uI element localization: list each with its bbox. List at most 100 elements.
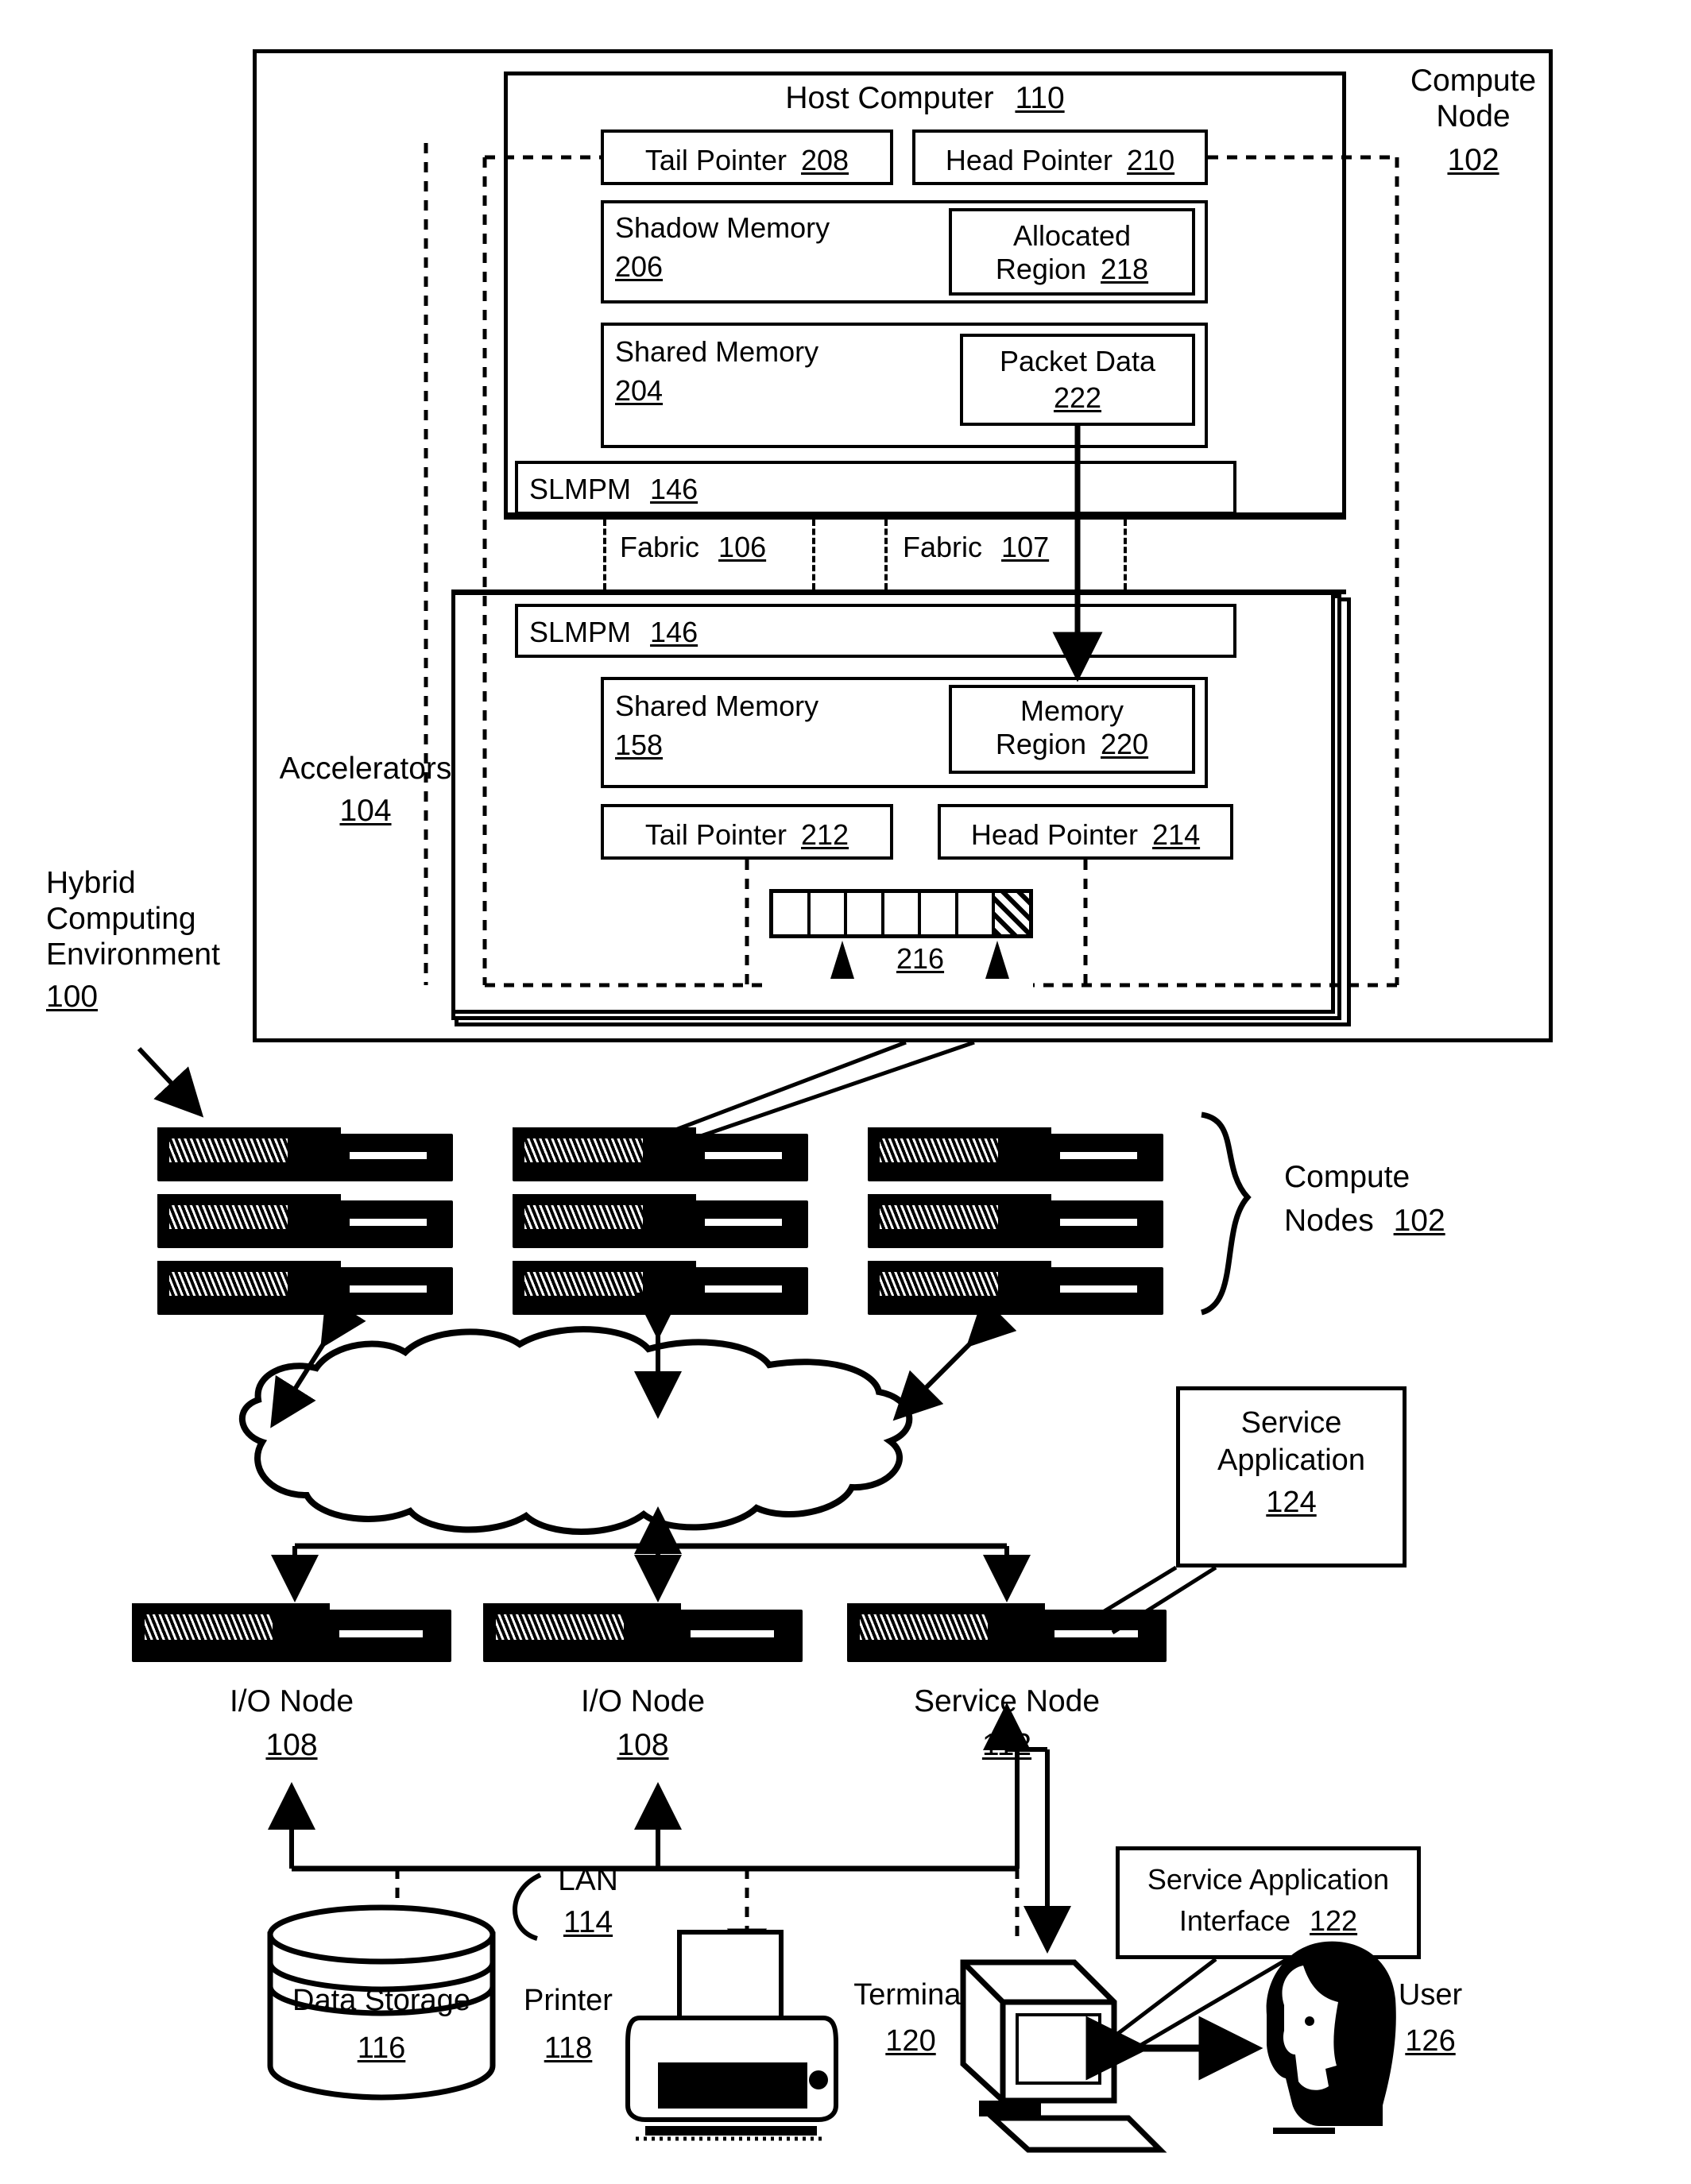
packet-data-ref: 222: [1053, 381, 1102, 414]
server-vent: [524, 1138, 643, 1162]
compute-nodes-ref: 102: [1393, 1203, 1445, 1238]
server-slot: [349, 1219, 427, 1227]
shared-memory-204-ref: 204: [615, 374, 664, 408]
service-node-label: Service Node: [913, 1684, 1101, 1718]
fabric-106-text: Fabric 106: [620, 531, 766, 563]
shared-memory-158-label: Shared Memory: [615, 690, 819, 722]
hce-ref: 100: [46, 979, 99, 1014]
compute-nodes-brace-icon: [1200, 1111, 1252, 1316]
printer-icon: [625, 1930, 838, 2141]
compute-node-server-8: [513, 1261, 808, 1323]
head-pointer-214-text: Head Pointer 214: [941, 818, 1230, 852]
slmpm-host-box: SLMPM 146: [515, 461, 1236, 515]
fabric-107-text: Fabric 107: [903, 531, 1049, 563]
service-application-interface-text: Service Application Interface 122: [1120, 1863, 1417, 1938]
server-vent: [879, 1272, 998, 1296]
head-pointer-210-ref: 210: [1127, 144, 1175, 176]
service-application-line2: Application: [1217, 1444, 1365, 1477]
hce-line3: Environment: [46, 937, 220, 972]
host-computer-ref: 110: [1015, 81, 1065, 115]
io-node-server-2: [483, 1603, 803, 1670]
compute-node-server-1: [157, 1127, 453, 1189]
compute-node-leader-lines: [671, 1040, 975, 1142]
printer-label: Printer: [524, 1984, 613, 2017]
server-vent: [496, 1614, 624, 1640]
sai-ref: 122: [1310, 1904, 1358, 1937]
tail-pointer-208-box: Tail Pointer 208: [601, 129, 893, 185]
allocated-region-text: Allocated Region 218: [952, 219, 1192, 286]
fabric-107-left-divider: [884, 520, 888, 589]
queue-cell-4: [921, 893, 958, 934]
tail-pointer-212-label: Tail Pointer: [644, 818, 787, 851]
slmpm-accel-ref: 146: [650, 616, 698, 648]
queue-cell-5: [958, 893, 996, 934]
compute-node-label-line1: Compute: [1410, 64, 1537, 98]
service-node-label-group: Service Node 112: [847, 1684, 1167, 1764]
accelerators-label: Accelerators: [279, 752, 452, 786]
compute-node-server-4: [157, 1194, 453, 1256]
compute-node-server-2: [513, 1127, 808, 1189]
service-application-text: Service Application 124: [1180, 1406, 1403, 1520]
server-vent: [879, 1205, 998, 1229]
hce-arrow: [137, 1046, 204, 1118]
head-pointer-214-label: Head Pointer: [970, 818, 1139, 851]
allocated-region-label2: Region: [995, 253, 1086, 285]
server-vent: [524, 1205, 643, 1229]
compute-node-server-6: [868, 1194, 1163, 1256]
server-slot: [704, 1219, 782, 1227]
server-slot: [349, 1152, 427, 1160]
compute-node-server-5: [513, 1194, 808, 1256]
lan-label: LAN: [558, 1863, 618, 1897]
queue-cell-6: [995, 893, 1030, 934]
allocated-region-label: Allocated: [1012, 219, 1132, 252]
memory-region-ref: 220: [1101, 728, 1149, 760]
server-slot: [1054, 1629, 1138, 1637]
tail-pointer-208-ref: 208: [801, 144, 849, 176]
tail-pointer-208-text: Tail Pointer 208: [604, 144, 890, 177]
allocated-region-ref: 218: [1101, 253, 1149, 285]
io-node-server-1: [132, 1603, 451, 1670]
tail-pointer-212-box: Tail Pointer 212: [601, 804, 893, 860]
head-pointer-210-text: Head Pointer 210: [915, 144, 1205, 177]
slmpm-host-text: SLMPM 146: [529, 473, 698, 505]
memory-region-label: Memory: [1020, 694, 1124, 727]
compute-node-label: Compute Node 102: [1386, 64, 1561, 179]
tail-pointer-212-ref: 212: [801, 818, 849, 851]
fabric-106-left-divider: [603, 520, 606, 589]
packet-data-text: Packet Data 222: [963, 345, 1192, 415]
data-storage-ref: 116: [357, 2031, 406, 2065]
service-application-line1: Service: [1240, 1406, 1342, 1440]
server-slot: [691, 1629, 774, 1637]
network-to-io-bus: [271, 1506, 1031, 1602]
terminal-ref: 120: [885, 2024, 936, 2058]
queue-cell-0: [773, 893, 811, 934]
service-node-server: [847, 1603, 1167, 1670]
compute-node-server-3: [868, 1127, 1163, 1189]
io-node-2-label: I/O Node: [580, 1684, 706, 1718]
terminal-label: Terminal: [853, 1978, 968, 2012]
io-node-1-ref: 108: [265, 1727, 318, 1762]
compute-node-server-9: [868, 1261, 1163, 1323]
lan-label-group: LAN 114: [524, 1863, 652, 1941]
sai-line1: Service Application: [1147, 1863, 1390, 1896]
memory-region-box: Memory Region 220: [949, 685, 1195, 774]
service-application-ref: 124: [1266, 1486, 1317, 1519]
tail-pointer-208-label: Tail Pointer: [644, 144, 787, 176]
compute-nodes-label1: Compute: [1284, 1160, 1410, 1194]
head-pointer-214-ref: 214: [1152, 818, 1201, 851]
queue-216-cells: [769, 889, 1033, 938]
lan-uplinks: [268, 1749, 1020, 1869]
shared-memory-158-ref: 158: [615, 729, 664, 762]
slmpm-accel-box: SLMPM 146: [515, 604, 1236, 658]
slmpm-host-label: SLMPM: [529, 473, 632, 505]
fabric-107-label: Fabric: [903, 531, 983, 563]
packet-data-label: Packet Data: [999, 345, 1156, 377]
server-vent: [860, 1614, 988, 1640]
head-pointer-210-label: Head Pointer: [945, 144, 1113, 176]
fabric-106-right-divider: [812, 520, 815, 589]
user-label-group: User 126: [1359, 1978, 1502, 2058]
fabric-band-top: [504, 515, 1346, 520]
server-slot: [349, 1285, 427, 1293]
printer-label-group: Printer 118: [493, 1984, 644, 2066]
tail-pointer-212-text: Tail Pointer 212: [604, 818, 890, 852]
